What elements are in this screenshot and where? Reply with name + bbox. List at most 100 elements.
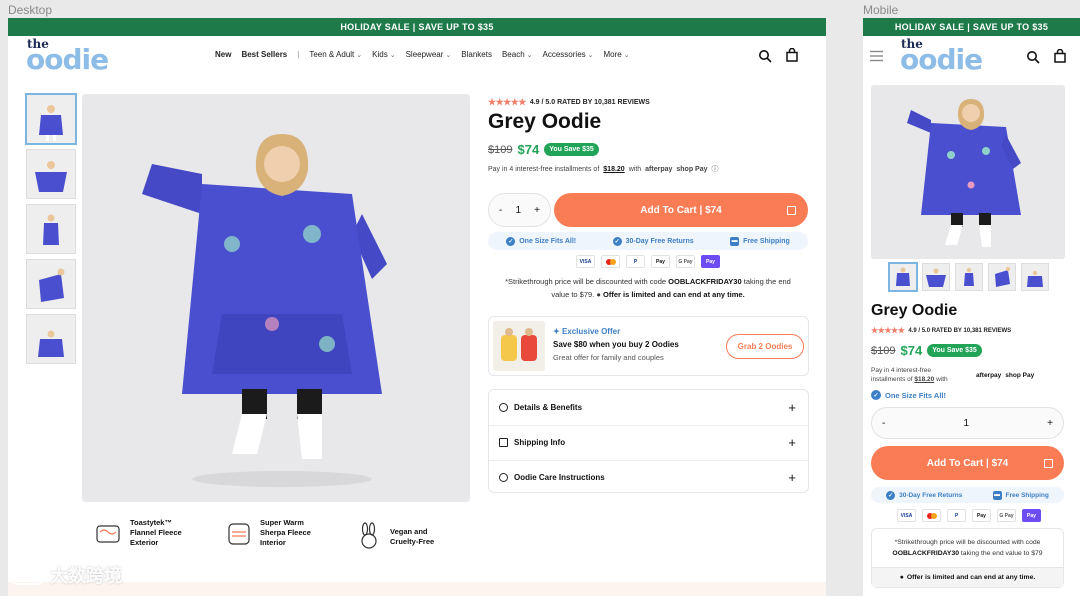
limited-offer-text: Offer is limited and can end at any time… [602, 290, 745, 299]
accordion-label: Details & Benefits [514, 402, 583, 412]
visa-icon: VISA [897, 509, 916, 522]
nav-best-sellers[interactable]: Best Sellers [241, 50, 287, 59]
mobile-thumbnail-3[interactable] [955, 263, 983, 291]
nav-beach[interactable]: Beach ⌄ [502, 50, 533, 59]
add-to-cart-button[interactable]: Add To Cart | $74 [554, 193, 808, 227]
mobile-thumbnail-5[interactable] [1021, 263, 1049, 291]
afterpay-logo[interactable]: afterpay [645, 166, 672, 173]
accordion-shipping-info[interactable]: Shipping Info + [489, 425, 808, 459]
qty-value[interactable]: 1 [515, 205, 521, 216]
mobile-thumbnail-4[interactable] [988, 263, 1016, 291]
visa-icon: VISA [576, 255, 595, 268]
mobile-main-product-image[interactable] [871, 85, 1065, 259]
exclusive-offer-card: ✦ Exclusive Offer Save $80 when you buy … [488, 316, 809, 376]
desktop-frame: HOLIDAY SALE | SAVE UP TO $35 the oodie … [8, 18, 826, 596]
cart-icon[interactable] [1053, 49, 1067, 63]
shop-pay-icon: Pay [701, 255, 720, 268]
installments-amount: $18.20 [603, 165, 625, 173]
plus-icon: + [788, 470, 796, 485]
cart-icon[interactable] [785, 48, 799, 62]
mobile-add-to-cart-button[interactable]: Add To Cart | $74 [871, 446, 1064, 480]
mastercard-icon [922, 509, 941, 522]
afterpay-logo[interactable]: afterpay [976, 372, 1001, 379]
truck-icon [499, 438, 508, 447]
perk-one-size: ✓ One Size Fits All! [506, 236, 577, 246]
feature-sherpa: Super Warm Sherpa Fleece Interior [224, 518, 311, 548]
watermark: 大数跨境 [8, 562, 122, 588]
offer-image [493, 321, 545, 371]
shoppay-logo[interactable]: shop Pay [676, 166, 707, 173]
nav-more[interactable]: More ⌄ [604, 50, 630, 59]
main-product-image[interactable] [82, 94, 470, 502]
perk-label: 30-Day Free Returns [625, 237, 694, 245]
clock-icon: ● [596, 290, 601, 299]
truck-icon: ▬ [992, 490, 1002, 500]
sale-banner[interactable]: HOLIDAY SALE | SAVE UP TO $35 [8, 18, 826, 36]
mobile-header: the oodie [863, 36, 1080, 76]
qty-value[interactable]: 1 [963, 418, 969, 429]
sale-banner-mobile[interactable]: HOLIDAY SALE | SAVE UP TO $35 [863, 18, 1080, 36]
qty-decrement-button[interactable]: - [499, 205, 502, 216]
logo-mobile[interactable]: the oodie [900, 38, 983, 74]
nav-new[interactable]: New [215, 50, 231, 59]
thumbnail-2[interactable] [26, 149, 76, 199]
accordion-care-instructions[interactable]: Oodie Care Instructions + [489, 460, 808, 494]
watermark-logo-icon [8, 565, 46, 585]
installments-amount: $18.20 [914, 376, 935, 383]
mobile-thumbnail-1[interactable] [889, 263, 917, 291]
info-circle-icon [499, 402, 508, 412]
logo-brand: oodie [26, 43, 109, 76]
sherpa-icon [228, 523, 250, 545]
offer-tag-label: Exclusive Offer [561, 327, 621, 336]
logo[interactable]: the oodie [26, 38, 109, 76]
mobile-quantity-stepper[interactable]: - 1 + [871, 407, 1064, 439]
mobile-perk-one-size: ✓ One Size Fits All! [871, 390, 946, 400]
thumbnail-4[interactable] [26, 259, 76, 309]
qty-decrement-button[interactable]: - [882, 418, 885, 429]
rating-text: 4.9 / 5.0 RATED BY 10,381 REVIEWS [529, 99, 650, 106]
mobile-rating-row[interactable]: ★★★★★ 4.9 / 5.0 RATED BY 10,381 REVIEWS [871, 326, 1011, 335]
nav-accessories[interactable]: Accessories ⌄ [543, 50, 594, 59]
nav-label: Beach [501, 50, 525, 59]
nav-teen-adult[interactable]: Teen & Adult ⌄ [309, 50, 362, 59]
thumbnail-1[interactable] [26, 94, 76, 144]
quantity-stepper[interactable]: - 1 + [488, 193, 551, 227]
note-text: *Strikethrough price will be discounted … [505, 277, 667, 286]
search-icon[interactable] [1026, 50, 1040, 64]
nav-sleepwear[interactable]: Sleepwear ⌄ [406, 50, 452, 59]
qty-increment-button[interactable]: + [1047, 418, 1053, 429]
grab-two-oodies-button[interactable]: Grab 2 Oodies [726, 334, 804, 359]
accordion-label: Shipping Info [514, 438, 566, 447]
nav-blankets[interactable]: Blankets [461, 50, 492, 59]
footer-band [8, 582, 826, 596]
perk-shipping: ▬ Free Shipping [730, 236, 790, 246]
plus-icon: + [788, 399, 796, 415]
mobile-limited-offer-bar: ● Offer is limited and can end at any ti… [872, 567, 1063, 587]
strikethrough-note: *Strikethrough price will be discounted … [488, 275, 808, 301]
thumbnail-3[interactable] [26, 204, 76, 254]
bag-icon [1044, 459, 1053, 468]
mobile-frame-label: Mobile [863, 3, 899, 17]
desktop-frame-label: Desktop [8, 3, 53, 17]
bunny-icon [361, 522, 377, 549]
promo-code: OOBLACKFRIDAY30 [668, 277, 742, 286]
rating-row[interactable]: ★★★★★ 4.9 / 5.0 RATED BY 10,381 REVIEWS [488, 97, 650, 108]
hamburger-menu-icon[interactable] [870, 50, 883, 62]
qty-increment-button[interactable]: + [534, 205, 540, 216]
thumbnail-5[interactable] [26, 314, 76, 364]
smiley-icon [499, 473, 508, 482]
shop-pay-icon: Pay [1022, 509, 1041, 522]
rating-text: 4.9 / 5.0 RATED BY 10,381 REVIEWS [908, 327, 1012, 334]
shoppay-logo[interactable]: shop Pay [1005, 372, 1034, 379]
note-text: *Strikethrough price will be discounted … [894, 539, 1041, 546]
perk-label: One Size Fits All! [519, 237, 577, 245]
mobile-thumbnail-2[interactable] [922, 263, 950, 291]
nav-kids[interactable]: Kids ⌄ [372, 50, 395, 59]
nav-label: More [603, 50, 622, 59]
mobile-payment-methods: VISA P Pay G Pay Pay [897, 509, 1041, 522]
accordion-details-benefits[interactable]: Details & Benefits + [489, 390, 808, 424]
info-icon[interactable]: ⓘ [712, 164, 719, 174]
search-icon[interactable] [758, 49, 772, 63]
apple-pay-icon: Pay [651, 255, 670, 268]
feature-line: Sherpa Fleece [260, 528, 311, 537]
